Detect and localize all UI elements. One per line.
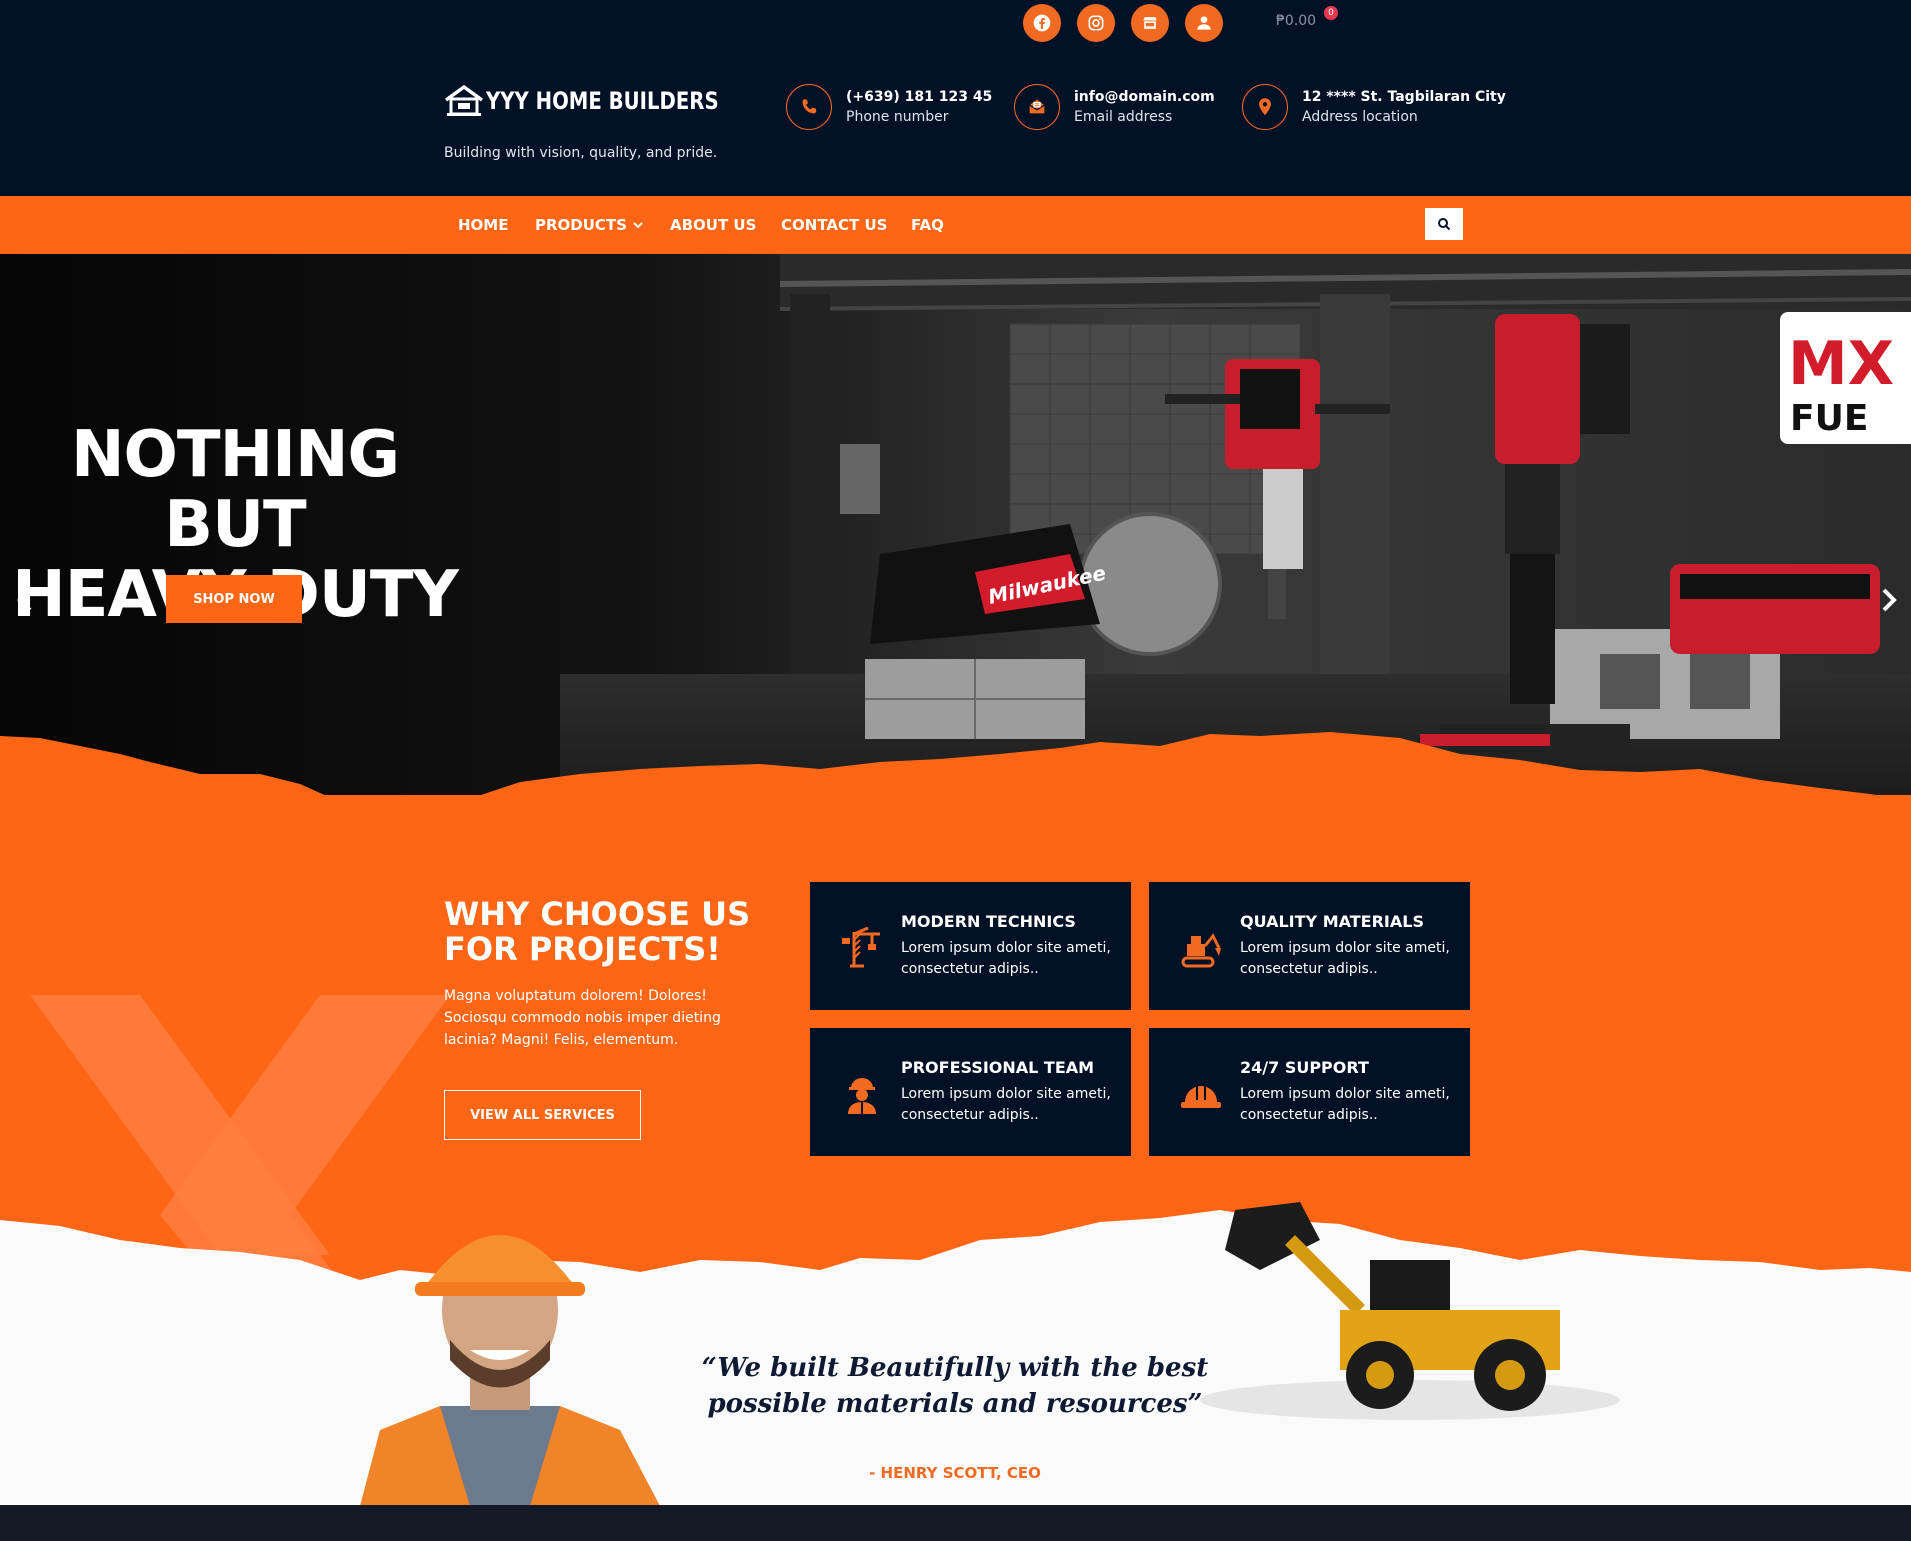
shop-now-button[interactable]: SHOP NOW <box>166 575 302 623</box>
nav-faq[interactable]: FAQ <box>911 216 944 234</box>
service-card-professional-team[interactable]: PROFESSIONAL TEAM Lorem ipsum dolor site… <box>810 1028 1131 1156</box>
cart-count-badge: 0 <box>1324 6 1338 20</box>
email-icon <box>1014 84 1060 130</box>
service-card-support[interactable]: 24/7 SUPPORT Lorem ipsum dolor site amet… <box>1149 1028 1470 1156</box>
nav-about-us[interactable]: ABOUT US <box>670 216 756 234</box>
card-text: Lorem ipsum dolor site ameti, consectetu… <box>1240 1086 1450 1123</box>
why-title: WHY CHOOSE US FOR PROJECTS! <box>444 897 750 967</box>
nav-products[interactable]: PRODUCTS <box>535 216 643 234</box>
email-label: Email address <box>1074 109 1173 125</box>
mx-badge-text: MX <box>1788 329 1894 399</box>
quote-line2: possible materials and resources” <box>707 1389 1203 1419</box>
phone-icon <box>786 84 832 130</box>
cart-total[interactable]: ₱0.00 <box>1276 13 1316 29</box>
why-description: Magna voluptatum dolorem! Dolores! Socio… <box>444 988 721 1048</box>
excavator-icon <box>1181 933 1221 968</box>
hardhat-icon <box>1181 1086 1221 1108</box>
search-icon <box>1438 218 1451 231</box>
hero-title-line1: NOTHING BUT <box>70 418 400 562</box>
quote-line1: “We built Beautifully with the best <box>701 1353 1209 1383</box>
logo[interactable]: YYY HOME BUILDERS <box>444 84 770 118</box>
location-icon <box>1242 84 1288 130</box>
card-text: Lorem ipsum dolor site ameti, consectetu… <box>901 1086 1111 1123</box>
user-icon[interactable] <box>1185 4 1223 42</box>
address-label: Address location <box>1302 109 1418 125</box>
card-text: Lorem ipsum dolor site ameti, consectetu… <box>1240 940 1450 977</box>
top-header: ₱0.00 0 YYY HOME BUILDERS Building with … <box>0 0 1911 196</box>
phone-label: Phone number <box>846 109 949 125</box>
house-logo-icon <box>444 84 484 116</box>
service-card-modern-technics[interactable]: MODERN TECHNICS Lorem ipsum dolor site a… <box>810 882 1131 1010</box>
why-title-line2: FOR PROJECTS! <box>444 930 721 968</box>
slider-next-icon[interactable] <box>1874 582 1904 618</box>
address-text: 12 **** St. Tagbilaran City <box>1302 89 1506 105</box>
testimonial-author: - HENRY SCOTT, CEO <box>869 1464 1041 1482</box>
card-title: 24/7 SUPPORT <box>1240 1058 1369 1077</box>
card-text: Lorem ipsum dolor site ameti, consectetu… <box>901 940 1111 977</box>
contact-email: info@domain.com Email address <box>1014 84 1215 130</box>
hero-slider: Milwaukee MX FUE NOTHING BUT HEAVY DUTY … <box>0 254 1911 809</box>
tagline: Building with vision, quality, and pride… <box>444 145 718 161</box>
view-all-services-button[interactable]: VIEW ALL SERVICES <box>444 1090 641 1140</box>
card-title: PROFESSIONAL TEAM <box>901 1058 1095 1077</box>
nav-home[interactable]: HOME <box>458 216 508 234</box>
nav-contact-us[interactable]: CONTACT US <box>781 216 887 234</box>
contact-address: 12 **** St. Tagbilaran City Address loca… <box>1242 84 1506 130</box>
main-nav: HOME PRODUCTS ABOUT US CONTACT US FAQ <box>0 196 1911 254</box>
worker-icon <box>848 1078 876 1114</box>
testimonial-quote: “We built Beautifully with the best poss… <box>690 1350 1220 1422</box>
email-address[interactable]: info@domain.com <box>1074 89 1215 105</box>
contact-phone: (+639) 181 123 45 Phone number <box>786 84 992 130</box>
instagram-icon[interactable] <box>1077 4 1115 42</box>
nav-products-label: PRODUCTS <box>535 216 627 234</box>
crane-icon <box>842 926 880 968</box>
fuel-badge-text: FUE <box>1790 398 1868 439</box>
footer-strip <box>0 1505 1911 1541</box>
battery-pack <box>1670 564 1880 654</box>
store-icon[interactable] <box>1131 4 1169 42</box>
facebook-icon[interactable] <box>1023 4 1061 42</box>
testimonial-section: “We built Beautifully with the best poss… <box>0 1200 1911 1506</box>
search-button[interactable] <box>1425 208 1463 240</box>
card-title: QUALITY MATERIALS <box>1240 912 1424 931</box>
phone-number[interactable]: (+639) 181 123 45 <box>846 89 992 105</box>
card-title: MODERN TECHNICS <box>901 912 1076 931</box>
service-card-quality-materials[interactable]: QUALITY MATERIALS Lorem ipsum dolor site… <box>1149 882 1470 1010</box>
slider-prev-icon[interactable] <box>10 582 40 618</box>
chevron-down-icon <box>633 222 643 229</box>
why-title-line1: WHY CHOOSE US <box>444 895 751 933</box>
logo-text: YYY HOME BUILDERS <box>486 87 719 115</box>
